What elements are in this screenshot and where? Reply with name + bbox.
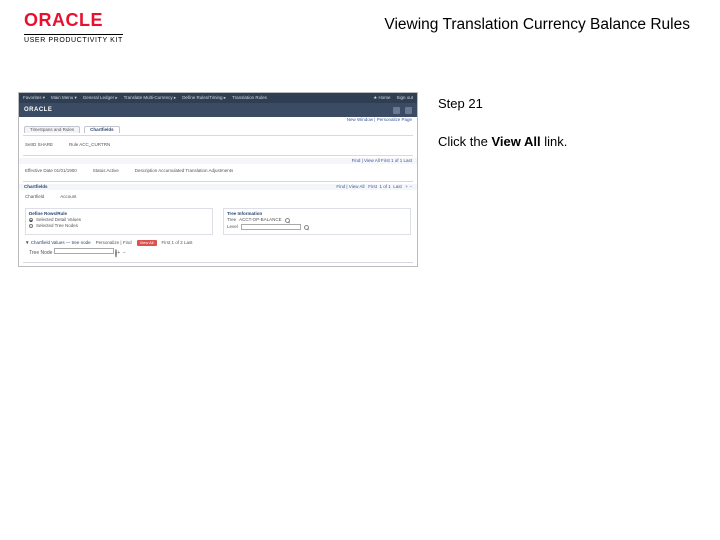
view-all-link[interactable]: View All — [137, 240, 157, 246]
menu-item[interactable]: Define Rules/Timing ▸ — [182, 96, 226, 101]
signout-link[interactable]: Sign out — [396, 96, 413, 101]
flag-icon[interactable] — [393, 107, 400, 114]
panel-define-rows: Define Rows/Rule Selected Detail Values … — [25, 208, 213, 236]
tree-node-label: Tree Node — [29, 250, 52, 256]
home-link[interactable]: ★ Home — [373, 96, 390, 101]
tab-timespans[interactable]: TimeSpans and Rules — [24, 126, 80, 134]
grid-nav[interactable]: Find | View All First 1 of 1 Last — [352, 159, 412, 164]
cf-pager[interactable]: First 1 of 2 Last — [162, 241, 193, 246]
document-header: ORACLE USER PRODUCTIVITY KIT Viewing Tra… — [0, 0, 720, 48]
upk-subtitle: USER PRODUCTIVITY KIT — [24, 34, 123, 44]
tab-chartfields[interactable]: Chartfields — [84, 126, 120, 134]
app-menubar: Favorites ▾ Main Menu ▾ General Ledger ▸… — [19, 93, 417, 103]
level-field[interactable] — [241, 224, 301, 230]
menu-item[interactable]: Favorites ▾ — [23, 96, 45, 101]
chartfield-row: Chartfield Account — [19, 190, 417, 205]
content-area: Favorites ▾ Main Menu ▾ General Ledger ▸… — [0, 48, 720, 267]
cf-personalize[interactable]: Personalize | Find — [96, 241, 132, 246]
setid-label: SetID SHARE — [25, 143, 53, 148]
tree-label: Tree — [227, 218, 236, 223]
status-value: Status Active — [93, 169, 119, 174]
app-brand: ORACLE — [24, 107, 52, 113]
menu-item[interactable]: Main Menu ▾ — [51, 96, 77, 101]
page-title: Viewing Translation Currency Balance Rul… — [384, 16, 690, 34]
cf-section-title: ▼ Chartfield Values — tree node — [25, 241, 91, 246]
menu-item[interactable]: Translate Multi-Currency ▸ — [124, 96, 177, 101]
menu-item[interactable]: Translation Rules — [232, 96, 267, 101]
step-instruction: Click the View All link. — [438, 133, 702, 151]
panel-tree-info: Tree Information Tree ACCT-OP-BALANCE Le… — [223, 208, 411, 236]
tree-node-field[interactable] — [54, 248, 114, 254]
option-tree-nodes[interactable]: Selected Tree Nodes — [36, 224, 78, 229]
instruction-panel: Step 21 Click the View All link. — [438, 92, 702, 267]
bottom-toolbar: Save Return to Search Notify Add Update/… — [19, 265, 417, 267]
tab-strip: TimeSpans and Rules Chartfields — [19, 124, 417, 134]
chartfield-grid-nav[interactable]: Find | View All First 1 of 1 Last + − — [336, 185, 412, 190]
toolbox-icon[interactable] — [405, 107, 412, 114]
effective-date: Effective Date 01/01/1900 — [25, 169, 77, 174]
chartfield-value: Account — [60, 195, 76, 200]
radio-icon[interactable] — [29, 224, 33, 228]
menu-item[interactable]: General Ledger ▸ — [83, 96, 118, 101]
step-number: Step 21 — [438, 96, 702, 111]
app-brandbar: ORACLE — [19, 103, 417, 117]
chartfield-label: Chartfield — [25, 195, 44, 200]
oracle-logo-block: ORACLE USER PRODUCTIVITY KIT — [24, 10, 123, 44]
option-detail-values[interactable]: Selected Detail Values — [36, 218, 81, 223]
panels-row: Define Rows/Rule Selected Detail Values … — [19, 205, 417, 239]
level-label: Level — [227, 225, 238, 230]
radio-icon[interactable] — [29, 218, 33, 222]
app-screenshot: Favorites ▾ Main Menu ▾ General Ledger ▸… — [18, 92, 418, 267]
description-value: Description Accumulated Translation Adju… — [135, 169, 234, 174]
oracle-logo: ORACLE — [24, 10, 123, 31]
chartfield-values-section: ▼ Chartfield Values — tree node Personal… — [19, 238, 417, 260]
definition-row: Effective Date 01/01/1900 Status Active … — [19, 164, 417, 179]
rule-label: Rule ACC_CURTRN — [69, 143, 110, 148]
panel-right-title: Tree Information — [227, 212, 407, 217]
search-icon[interactable] — [304, 225, 309, 230]
search-icon[interactable] — [285, 218, 290, 223]
setid-row: SetID SHARE Rule ACC_CURTRN — [19, 138, 417, 153]
panel-left-title: Define Rows/Rule — [29, 212, 209, 217]
tree-value: ACCT-OP-BALANCE — [239, 218, 282, 223]
